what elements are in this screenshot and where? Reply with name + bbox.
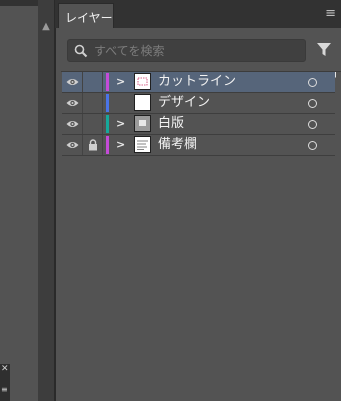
filter-icon[interactable] (317, 43, 331, 57)
layer-color-swatch (106, 136, 109, 154)
layer-name[interactable]: デザイン (158, 95, 210, 111)
target-circle-icon[interactable] (308, 141, 317, 150)
eye-icon[interactable] (66, 119, 79, 129)
lock-icon[interactable] (88, 139, 98, 151)
tab-layers-label: レイヤー (65, 11, 113, 25)
column-divider (102, 72, 103, 92)
target-circle-icon[interactable] (308, 78, 317, 87)
layer-name[interactable]: カットライン (158, 74, 236, 90)
column-divider (82, 93, 83, 113)
column-divider (102, 135, 103, 155)
panel-tab-bar: レイヤー ≡ (55, 0, 341, 28)
layer-thumbnail (134, 136, 151, 153)
target-circle-icon[interactable] (308, 120, 317, 129)
target-circle-icon[interactable] (308, 99, 317, 108)
column-divider (82, 72, 83, 92)
panel-border (55, 28, 56, 401)
search-box[interactable] (67, 39, 306, 62)
column-divider (102, 114, 103, 134)
close-icon[interactable]: ✕ (1, 365, 9, 374)
vertical-scrollbar[interactable]: ▲ (38, 0, 55, 401)
eye-icon[interactable] (66, 77, 79, 87)
column-divider (82, 114, 83, 134)
column-divider (102, 93, 103, 113)
layers-panel: レイヤー ≡ > カットラインデザイン > 白版 > 備考欄 (55, 0, 341, 401)
chevron-right-icon[interactable]: > (116, 117, 125, 131)
layer-row[interactable]: デザイン (62, 93, 335, 114)
hamburger-menu-icon[interactable]: ≡ (1, 386, 8, 394)
lock-toggle-empty[interactable] (84, 114, 102, 134)
column-divider (82, 135, 83, 155)
layer-name[interactable]: 白版 (158, 116, 184, 132)
chevron-right-icon[interactable]: > (116, 75, 125, 89)
layer-color-swatch (106, 115, 109, 133)
collapsed-mini-panel[interactable]: ✕ ≡ (0, 364, 10, 401)
layer-color-swatch (106, 73, 109, 91)
layer-color-swatch (106, 94, 109, 112)
search-input[interactable] (94, 42, 294, 59)
eye-icon[interactable] (66, 98, 79, 108)
canvas-area: ✕ ≡ (0, 0, 38, 401)
lock-toggle-empty[interactable] (84, 93, 102, 113)
layer-thumbnail (134, 94, 151, 111)
hamburger-menu-icon[interactable]: ≡ (325, 7, 336, 20)
layer-thumbnail (134, 73, 151, 90)
lock-toggle-empty[interactable] (84, 72, 102, 92)
tab-layers[interactable]: レイヤー (58, 3, 114, 28)
scroll-up-arrow-icon[interactable]: ▲ (41, 22, 51, 32)
chevron-right-icon[interactable]: > (116, 138, 125, 152)
layer-name[interactable]: 備考欄 (158, 137, 197, 153)
canvas-top-edge (0, 0, 38, 6)
layer-row[interactable]: > 白版 (62, 114, 335, 135)
eye-icon[interactable] (66, 140, 79, 150)
layer-row[interactable]: > 備考欄 (62, 135, 335, 156)
layer-row[interactable]: > カットライン (62, 72, 335, 93)
layer-thumbnail (134, 115, 151, 132)
search-icon (74, 44, 88, 58)
